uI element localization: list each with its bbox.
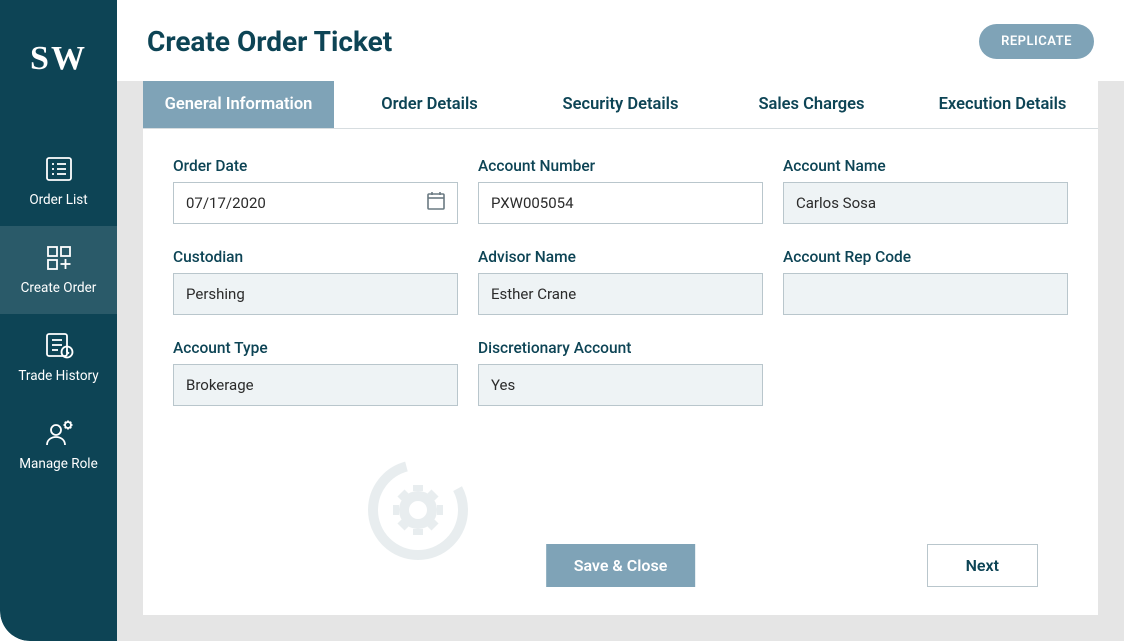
replicate-button[interactable]: REPLICATE xyxy=(979,24,1094,59)
account-name-input: Carlos Sosa xyxy=(783,182,1068,224)
discretionary-value: Yes xyxy=(491,376,515,394)
sidebar-item-order-list[interactable]: Order List xyxy=(0,138,117,226)
tab-order-details[interactable]: Order Details xyxy=(334,81,525,128)
tab-general-information[interactable]: General Information xyxy=(143,81,334,128)
sidebar-item-create-order[interactable]: Create Order xyxy=(0,226,117,314)
sidebar-item-label: Order List xyxy=(29,192,87,208)
account-name-label: Account Name xyxy=(783,157,1068,175)
sidebar-item-label: Trade History xyxy=(18,368,98,384)
sidebar-item-label: Manage Role xyxy=(19,456,97,472)
account-number-value: PXW005054 xyxy=(491,194,574,212)
account-rep-code-input xyxy=(783,273,1068,315)
account-type-label: Account Type xyxy=(173,339,458,357)
sidebar-item-manage-role[interactable]: Manage Role xyxy=(0,402,117,490)
grid-add-icon xyxy=(39,242,79,272)
sidebar-item-label: Create Order xyxy=(21,280,97,296)
order-date-value: 07/17/2020 xyxy=(186,194,266,212)
account-number-input[interactable]: PXW005054 xyxy=(478,182,763,224)
advisor-name-input: Esther Crane xyxy=(478,273,763,315)
user-gear-icon xyxy=(39,418,79,448)
main-area: Create Order Ticket REPLICATE General In… xyxy=(117,0,1124,641)
tab-security-details[interactable]: Security Details xyxy=(525,81,716,128)
tab-bar: General Information Order Details Securi… xyxy=(143,81,1098,129)
advisor-name-value: Esther Crane xyxy=(491,285,576,303)
form-area: Order Date 07/17/2020 Account Number PXW… xyxy=(143,129,1098,615)
custodian-label: Custodian xyxy=(173,248,458,266)
order-date-input[interactable]: 07/17/2020 xyxy=(173,182,458,224)
account-name-value: Carlos Sosa xyxy=(796,194,876,212)
page-title: Create Order Ticket xyxy=(147,25,392,58)
save-close-button[interactable]: Save & Close xyxy=(546,544,696,587)
header: Create Order Ticket REPLICATE xyxy=(117,0,1124,81)
custodian-input: Pershing xyxy=(173,273,458,315)
sidebar: SW Order List Create Order Trade History… xyxy=(0,0,117,641)
discretionary-input: Yes xyxy=(478,364,763,406)
tab-execution-details[interactable]: Execution Details xyxy=(907,81,1098,128)
advisor-name-label: Advisor Name xyxy=(478,248,763,266)
list-icon xyxy=(39,154,79,184)
custodian-value: Pershing xyxy=(186,285,245,303)
account-type-input: Brokerage xyxy=(173,364,458,406)
brand-logo: SW xyxy=(30,40,87,78)
discretionary-label: Discretionary Account xyxy=(478,339,763,357)
sidebar-item-trade-history[interactable]: Trade History xyxy=(0,314,117,402)
history-icon xyxy=(39,330,79,360)
tab-sales-charges[interactable]: Sales Charges xyxy=(716,81,907,128)
calendar-icon[interactable] xyxy=(425,190,447,216)
account-number-label: Account Number xyxy=(478,157,763,175)
account-rep-code-label: Account Rep Code xyxy=(783,248,1068,266)
next-button[interactable]: Next xyxy=(927,544,1038,587)
content-card: General Information Order Details Securi… xyxy=(143,81,1098,615)
account-type-value: Brokerage xyxy=(186,376,254,394)
order-date-label: Order Date xyxy=(173,157,458,175)
